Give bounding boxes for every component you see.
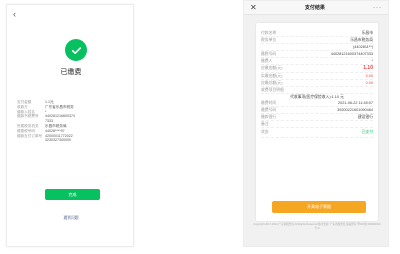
receipt-value: * bbox=[371, 59, 373, 64]
receipt-row: 实缴金额(元) 0.00 bbox=[261, 73, 373, 80]
receipt-value: 0.00 bbox=[365, 73, 373, 78]
receipt-row: 缴费人 * bbox=[261, 58, 373, 66]
receipt-label: 应缴总额(元) bbox=[261, 80, 283, 85]
detail-label bbox=[17, 138, 45, 143]
receipt-label: 实缴金额(元) bbox=[261, 73, 283, 78]
receipt-label: 付款名称 bbox=[261, 31, 277, 35]
receipt-row: 税务单位 乐昌市税务局 bbox=[261, 37, 373, 45]
receipt-label: 缴费人 bbox=[261, 59, 273, 64]
receipt-row: 缴税号码 44028121600374407333 bbox=[261, 51, 373, 59]
receipt-label: 收费项目明细 bbox=[261, 87, 284, 92]
receipt-label: 备注 bbox=[261, 122, 269, 127]
detail-value: 3230327300000 bbox=[45, 138, 71, 143]
receipt-label: 缴费时间 bbox=[261, 100, 277, 105]
receipt-row: 缴费号码 39200221601090464 bbox=[261, 107, 373, 115]
receipt-label: 缴费号码 bbox=[261, 108, 277, 113]
receipt-row: 备注 bbox=[261, 121, 373, 129]
receipt-value: 44028121600374407333 bbox=[330, 52, 373, 57]
receipt-label: 状态 bbox=[261, 130, 269, 135]
detail-row: 3230327300000 bbox=[17, 138, 129, 143]
back-arrow-icon[interactable]: ‹ bbox=[13, 9, 16, 19]
payment-detail-list: 支付金额 1.1元 收款方 广东省乐昌市税务 缴款人姓名 * 缴款书税票号 440281216… bbox=[17, 100, 129, 143]
receipt-value: 1.10 bbox=[363, 65, 373, 72]
screenshot-canvas: ‹ 已缴费 支付金额 1.1元 收款方 广东省乐昌市税务 缴款人姓名 * 缴款书税票号 440… bbox=[0, 0, 400, 254]
issue-e-invoice-button[interactable]: 开具电子票据 bbox=[272, 201, 366, 213]
receipt-label: 缴款银行 bbox=[261, 115, 277, 120]
paid-status-title: 已缴费 bbox=[60, 69, 82, 76]
receipt-label: 税务单位 bbox=[261, 38, 277, 43]
receipt-row: 缴费时间 2021-06-22 11:45:07 bbox=[261, 100, 373, 108]
receipt-row: 应缴金额(元) 1.10 bbox=[261, 65, 373, 73]
page-title: 支付结果 bbox=[304, 5, 325, 11]
receipt-value: 建设银行 bbox=[357, 115, 373, 120]
navigation-bar: ✕ 支付结果 ··· bbox=[244, 1, 388, 15]
left-phone-screen: ‹ 已缴费 支付金额 1.1元 收款方 广东省乐昌市税务 缴款人姓名 * 缴款书税票号 440… bbox=[6, 4, 134, 247]
right-phone-screen: ✕ 支付结果 ··· 付款名称 乐昌市 税务单位 乐昌市税务局 (4402811**) 缴… bbox=[243, 0, 389, 247]
receipt-value: 0.00 bbox=[365, 80, 373, 85]
receipt-row: (4402811**) bbox=[261, 44, 373, 52]
receipt-value: 代收事项(医疗保险收入):1.10 元 bbox=[290, 94, 344, 99]
receipt-row: 付款名称 乐昌市 bbox=[261, 30, 373, 38]
done-button[interactable]: 完成 bbox=[45, 189, 100, 200]
problem-link[interactable]: 遇到问题 bbox=[7, 216, 135, 221]
receipt-row: 状态 已支付 bbox=[261, 128, 373, 139]
receipt-row: 应缴总额(元) 0.00 bbox=[261, 80, 373, 87]
success-check-icon bbox=[65, 39, 87, 61]
receipt-value: 已支付 bbox=[361, 130, 373, 135]
receipt-label: 应缴金额(元) bbox=[261, 66, 283, 71]
receipt-value: (4402811**) bbox=[353, 45, 373, 50]
receipt-detail-list: 付款名称 乐昌市税务单位 乐昌市税务局 (4402811**) 缴税号码 44028121… bbox=[261, 30, 373, 139]
copyright-footer: Copyright 2017-2021 广东省税务局 All Rights Re… bbox=[253, 223, 381, 230]
receipt-value: 乐昌市 bbox=[361, 31, 373, 35]
receipt-value: 乐昌市税务局 bbox=[350, 38, 373, 43]
more-icon[interactable]: ··· bbox=[373, 5, 382, 11]
close-icon[interactable]: ✕ bbox=[250, 3, 257, 12]
receipt-row: 缴款银行 建设银行 bbox=[261, 114, 373, 122]
receipt-card: 付款名称 乐昌市税务单位 乐昌市税务局 (4402811**) 缴税号码 44028121… bbox=[256, 23, 378, 221]
receipt-value: 2021-06-22 11:45:07 bbox=[338, 100, 373, 105]
receipt-label: 缴税号码 bbox=[261, 52, 277, 57]
receipt-row: 收费项目明细 bbox=[261, 87, 373, 94]
receipt-value: 39200221601090464 bbox=[337, 108, 373, 113]
